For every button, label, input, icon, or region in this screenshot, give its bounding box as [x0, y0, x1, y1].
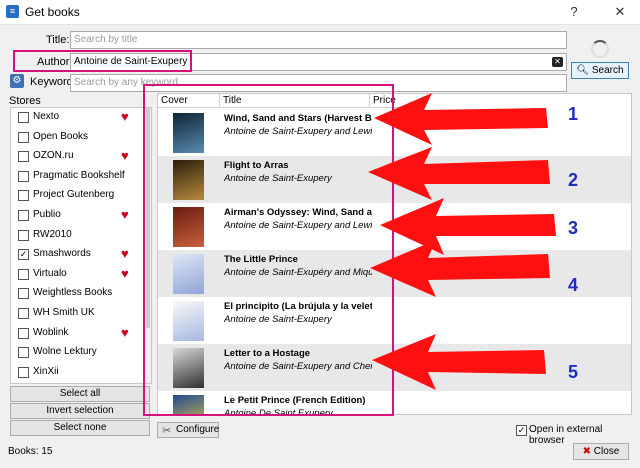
- store-checkbox[interactable]: [18, 229, 29, 241]
- store-item[interactable]: XinXii: [11, 363, 151, 383]
- title-label: Title:: [46, 34, 70, 46]
- store-checkbox[interactable]: [18, 307, 29, 319]
- title-placeholder: Search by title: [74, 34, 138, 45]
- configure-button-label: Configure: [176, 424, 220, 435]
- heart-icon[interactable]: ♥: [121, 149, 129, 163]
- gear-icon[interactable]: ⚙: [10, 74, 24, 88]
- store-item[interactable]: Woblink ♥: [11, 324, 151, 344]
- store-checkbox[interactable]: [18, 327, 29, 339]
- store-name: Virtualo: [33, 267, 67, 279]
- stores-label: Stores: [9, 95, 41, 107]
- heart-icon[interactable]: ♥: [121, 266, 129, 281]
- invert-selection-button[interactable]: Invert selection: [10, 403, 150, 419]
- search-button-label: Search: [591, 65, 624, 76]
- store-checkbox[interactable]: [18, 347, 29, 359]
- heart-icon[interactable]: ♥: [121, 110, 129, 124]
- title-input[interactable]: Search by title: [70, 31, 567, 49]
- close-button-label: Close: [593, 446, 620, 457]
- store-item[interactable]: Weightless Books: [11, 284, 151, 304]
- help-icon[interactable]: ?: [560, 2, 588, 22]
- heart-icon[interactable]: ♥: [121, 207, 129, 222]
- window-close-icon[interactable]: ✕: [606, 2, 634, 22]
- store-name: Pragmatic Bookshelf: [33, 169, 125, 181]
- wrench-icon: ✂: [162, 425, 172, 437]
- store-item[interactable]: Wolne Lektury: [11, 343, 151, 363]
- store-name: Publio: [33, 208, 61, 220]
- store-name: Wolne Lektury: [33, 346, 97, 358]
- store-checkbox[interactable]: [18, 209, 29, 221]
- stores-list[interactable]: Nexto ♥ Open Books OZON.ru ♥ Pragmatic Booksh…: [10, 107, 152, 384]
- store-item[interactable]: OZON.ru ♥: [11, 147, 151, 167]
- window-title: Get books: [25, 5, 80, 19]
- store-name: OZON.ru: [33, 150, 74, 162]
- store-item[interactable]: Project Gutenberg: [11, 186, 151, 206]
- clear-icon[interactable]: ✕: [552, 57, 563, 67]
- books-count: Books: 15: [8, 446, 53, 457]
- close-button[interactable]: ✖ Close: [573, 443, 629, 460]
- close-icon: ✖: [582, 446, 592, 457]
- store-checkbox[interactable]: [18, 131, 29, 143]
- store-name: Open Books: [33, 130, 89, 142]
- store-name: Project Gutenberg: [33, 189, 115, 201]
- app-icon: ≡: [6, 5, 19, 18]
- annotation-number: 5: [568, 362, 579, 382]
- store-checkbox[interactable]: [18, 288, 29, 300]
- store-checkbox[interactable]: [18, 366, 29, 378]
- store-name: Woblink: [33, 326, 69, 338]
- annotation-number: 4: [568, 275, 579, 295]
- configure-button[interactable]: ✂ Configure: [157, 422, 219, 438]
- keyword-label: Keyword:: [30, 76, 76, 88]
- store-checkbox[interactable]: [18, 151, 29, 163]
- results-highlight-box: [143, 84, 394, 416]
- annotation-number: 3: [568, 218, 579, 238]
- store-name: Nexto: [33, 111, 60, 122]
- store-name: Weightless Books: [33, 287, 113, 299]
- heart-icon[interactable]: ♥: [121, 247, 129, 261]
- annotation-number: 2: [568, 170, 579, 190]
- store-name: XinXii: [33, 365, 59, 377]
- store-checkbox[interactable]: ✓: [18, 249, 29, 261]
- store-name: Smashwords: [33, 248, 91, 260]
- store-item[interactable]: ✓ Smashwords ♥: [11, 245, 151, 265]
- store-item[interactable]: RW2010: [11, 226, 151, 246]
- store-name: RW2010: [33, 228, 72, 240]
- store-checkbox[interactable]: [18, 112, 29, 123]
- select-none-button[interactable]: Select none: [10, 420, 150, 436]
- store-item[interactable]: Virtualo ♥: [11, 265, 151, 285]
- store-checkbox[interactable]: [18, 170, 29, 182]
- store-checkbox[interactable]: [18, 190, 29, 202]
- store-item[interactable]: Open Books: [11, 128, 151, 148]
- store-name: WH Smith UK: [33, 306, 95, 318]
- store-item[interactable]: WH Smith UK: [11, 304, 151, 324]
- heart-icon[interactable]: ♥: [121, 325, 129, 340]
- search-button[interactable]: 🔍︎ Search: [571, 62, 629, 79]
- author-highlight-box: [13, 50, 192, 72]
- open-external-checkbox[interactable]: ✓: [516, 425, 527, 436]
- annotation-number: 1: [568, 104, 579, 124]
- store-item[interactable]: Nexto ♥: [11, 108, 151, 128]
- loading-spinner-icon: [591, 40, 609, 58]
- search-icon: 🔍︎: [576, 65, 590, 76]
- title-bar: ≡ Get books ? ✕: [0, 0, 640, 25]
- store-item[interactable]: Pragmatic Bookshelf: [11, 167, 151, 187]
- select-all-button[interactable]: Select all: [10, 386, 150, 402]
- store-item[interactable]: Publio ♥: [11, 206, 151, 226]
- store-checkbox[interactable]: [18, 268, 29, 280]
